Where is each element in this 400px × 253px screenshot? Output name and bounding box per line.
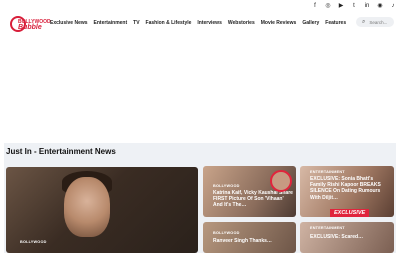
snapchat-icon[interactable]: ◉ — [377, 3, 383, 9]
card-headline[interactable]: Ranveer Singh Thanks… — [213, 238, 293, 244]
nav-item-webstories[interactable]: Webstories — [228, 20, 255, 26]
nav-item-entertainment[interactable]: Entertainment — [94, 20, 128, 26]
linkedin-icon[interactable]: in — [364, 3, 370, 9]
twitter-icon[interactable]: t — [351, 3, 357, 9]
section-title: Just In - Entertainment News — [6, 147, 116, 156]
news-card-4[interactable]: ENTERTAINMENT EXCLUSIVE: Scared… — [300, 222, 394, 253]
nav-item-fashion-lifestyle[interactable]: Fashion & Lifestyle — [146, 20, 192, 26]
exclusive-badge: EXCLUSIVE — [330, 209, 370, 217]
facebook-icon[interactable]: f — [312, 3, 318, 9]
inset-photo — [270, 170, 292, 192]
nav-item-exclusive-news[interactable]: Exclusive News — [50, 20, 88, 26]
card-category: BOLLYWOOD — [213, 231, 240, 235]
card-category: ENTERTAINMENT — [310, 170, 345, 174]
nav-item-interviews[interactable]: Interviews — [197, 20, 221, 26]
card-image-face — [64, 177, 110, 237]
nav-item-movie-reviews[interactable]: Movie Reviews — [261, 20, 297, 26]
social-bar: f ◎ ▶ t in ◉ ♪ — [312, 0, 396, 12]
nav-item-tv[interactable]: TV — [133, 20, 139, 26]
card-category: BOLLYWOOD — [213, 184, 240, 188]
news-card-3[interactable]: BOLLYWOOD Ranveer Singh Thanks… — [203, 222, 296, 253]
site-logo[interactable]: BOLLYWOOD Bubble — [10, 15, 51, 35]
search-icon: ⌕ — [362, 18, 366, 25]
main-nav: Exclusive News Entertainment TV Fashion … — [50, 20, 346, 26]
nav-item-features[interactable]: Features — [325, 20, 346, 26]
youtube-icon[interactable]: ▶ — [338, 3, 344, 9]
card-headline[interactable]: EXCLUSIVE: Scared… — [310, 234, 390, 240]
search-input[interactable]: ⌕ Search... — [356, 17, 394, 27]
site-header: BOLLYWOOD Bubble Exclusive News Entertai… — [0, 12, 400, 36]
card-category: BOLLYWOOD — [20, 240, 47, 244]
featured-news-card[interactable]: BOLLYWOOD — [6, 167, 198, 253]
card-category: ENTERTAINMENT — [310, 226, 345, 230]
logo-line2: Bubble — [18, 24, 42, 31]
card-headline[interactable]: Katrina Kaif, Vicky Kaushal Share FIRST … — [213, 190, 293, 209]
search-placeholder: Search... — [369, 19, 388, 25]
instagram-icon[interactable]: ◎ — [325, 3, 331, 9]
tiktok-icon[interactable]: ♪ — [390, 3, 396, 9]
nav-item-gallery[interactable]: Gallery — [302, 20, 319, 26]
card-headline[interactable]: EXCLUSIVE: Sonia Bhatt's Family Rishi Ka… — [310, 176, 390, 201]
